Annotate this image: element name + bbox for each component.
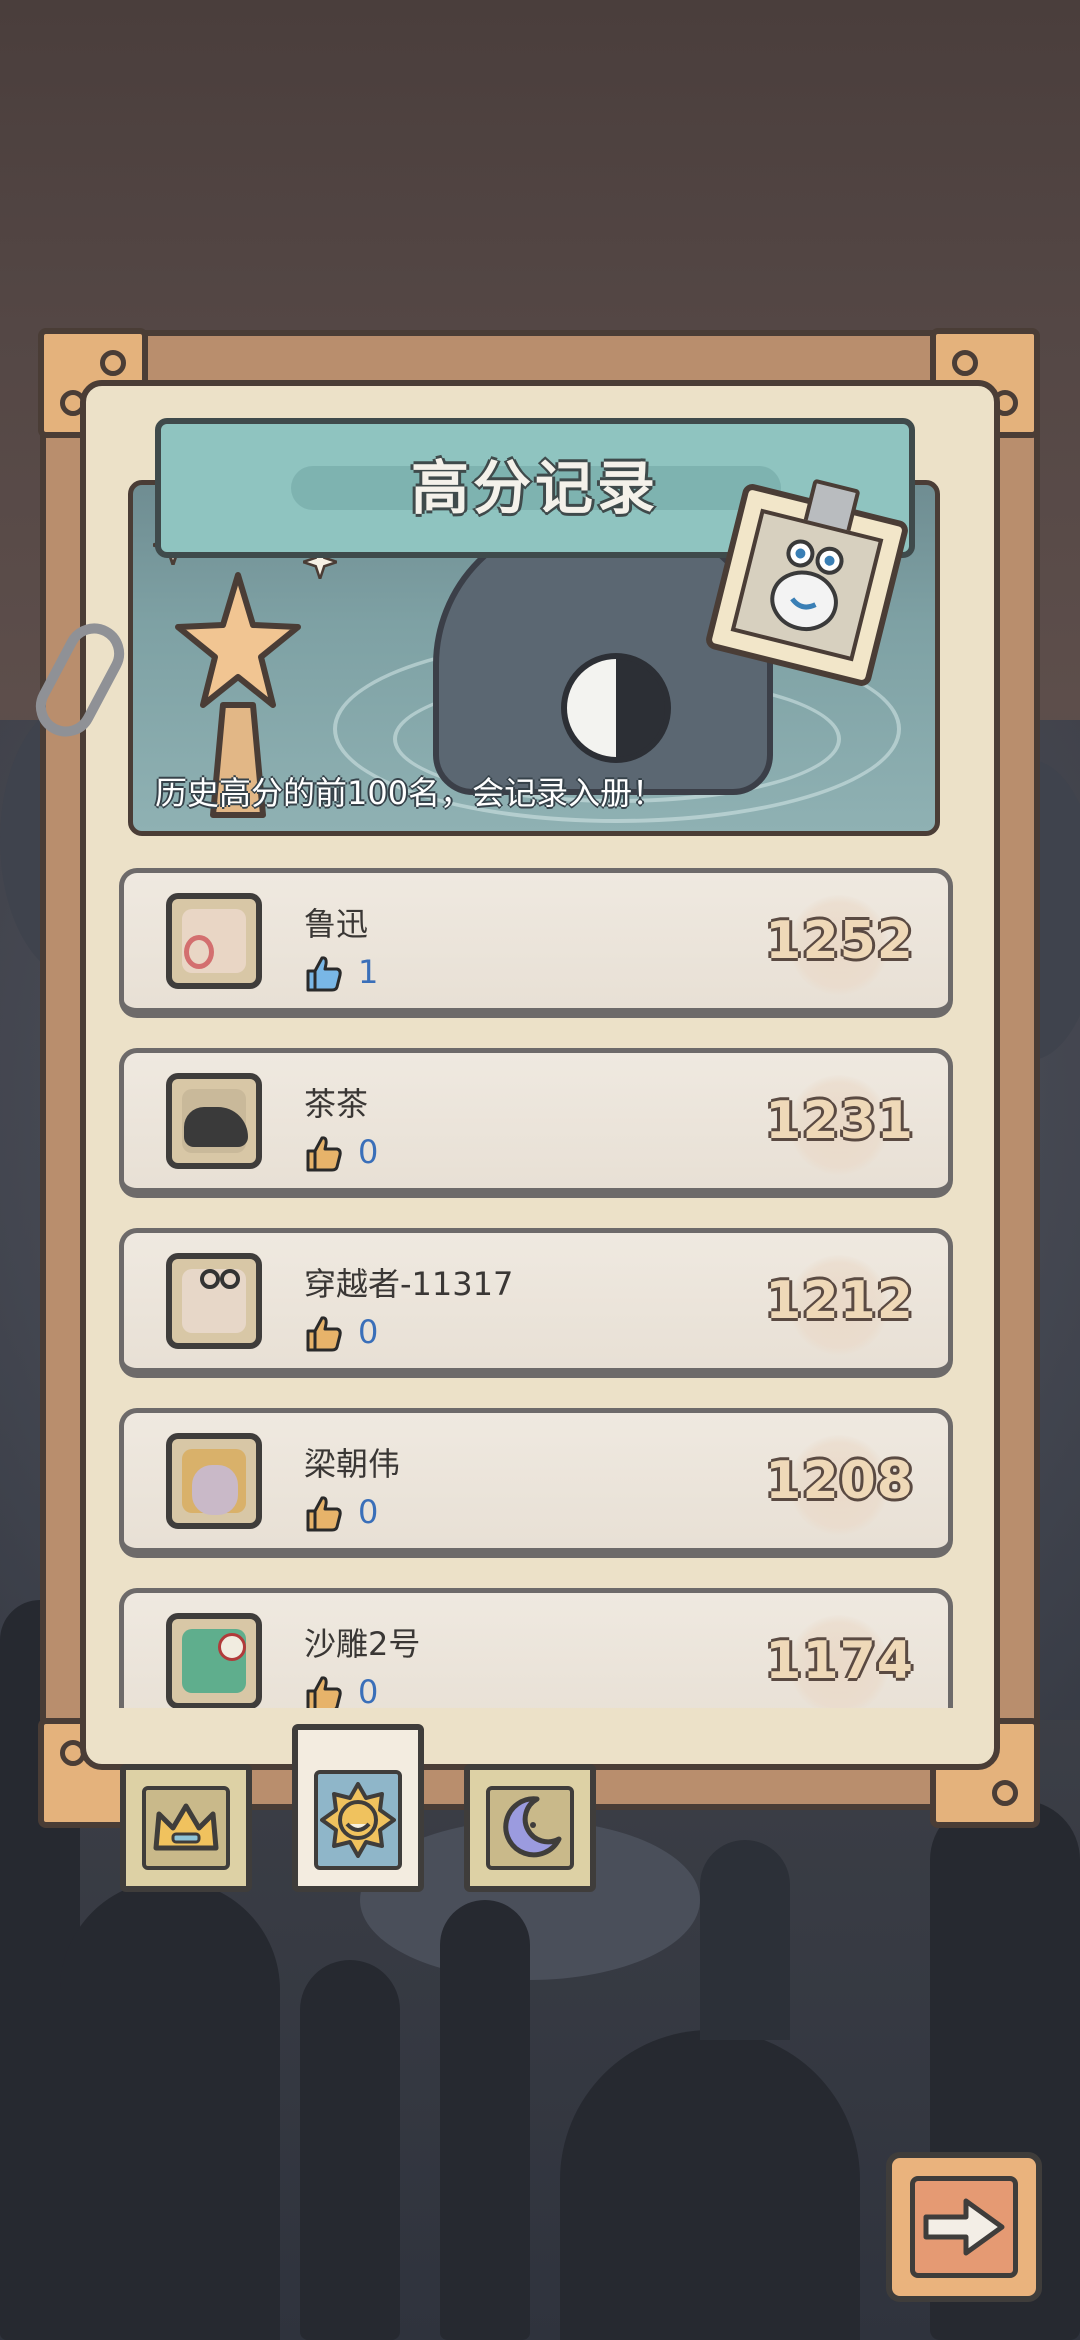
like-count: 0: [358, 1493, 379, 1531]
foreground-plant: [440, 1900, 530, 2340]
zombie-avatar-icon[interactable]: [166, 1613, 262, 1708]
foreground-plant: [60, 1880, 280, 2340]
sun-face-icon: [320, 1782, 396, 1858]
thumbs-up-icon[interactable]: [304, 1133, 344, 1173]
player-score: 1208: [765, 1451, 914, 1511]
foreground-plant: [700, 1840, 790, 2040]
thumbs-up-icon[interactable]: [304, 953, 344, 993]
like-count: 0: [358, 1133, 379, 1171]
next-button[interactable]: [886, 2152, 1042, 2302]
player-score: 1212: [765, 1271, 914, 1331]
game-screen: 高分记录 历史高分的前100名，会记录入册！ 鲁迅 1 1252 茶茶 0 12…: [0, 0, 1080, 2340]
like-count: 0: [358, 1673, 379, 1708]
leaderboard-row[interactable]: 穿越者-11317 0 1212: [119, 1228, 953, 1378]
snail-character-icon: [770, 539, 844, 632]
tab-crown[interactable]: [120, 1764, 252, 1892]
player-name: 鲁迅: [304, 905, 369, 943]
player-name: 沙雕2号: [304, 1625, 421, 1663]
player-score: 1231: [765, 1091, 914, 1151]
leaderboard-row[interactable]: 鲁迅 1 1252: [119, 868, 953, 1018]
player-name: 穿越者-11317: [304, 1265, 514, 1303]
leaderboard-row[interactable]: 梁朝伟 0 1208: [119, 1408, 953, 1558]
player-score: 1174: [765, 1631, 914, 1691]
like-count: 1: [358, 953, 379, 991]
crown-icon: [153, 1803, 219, 1851]
thumbs-up-icon[interactable]: [304, 1673, 344, 1708]
like-count: 0: [358, 1313, 379, 1351]
dragon-avatar-icon[interactable]: [166, 1073, 262, 1169]
snail-avatar-icon[interactable]: [166, 893, 262, 989]
thumbs-up-icon[interactable]: [304, 1313, 344, 1353]
player-score: 1252: [765, 911, 914, 971]
tab-moon[interactable]: [464, 1764, 596, 1892]
foreground-plant: [560, 2030, 860, 2340]
player-name: 茶茶: [304, 1085, 369, 1123]
snail-avatar-icon[interactable]: [166, 1253, 262, 1349]
leaderboard-row[interactable]: 茶茶 0 1231: [119, 1048, 953, 1198]
tab-sun[interactable]: [292, 1724, 424, 1892]
leaderboard-row[interactable]: 沙雕2号 0 1174: [119, 1588, 953, 1708]
yin-yang-icon: [561, 653, 671, 763]
foreground-plant: [300, 1960, 400, 2340]
thumbs-up-icon[interactable]: [304, 1493, 344, 1533]
arrow-right-icon: [923, 2198, 1005, 2256]
leaderboard-list[interactable]: 鲁迅 1 1252 茶茶 0 1231 穿越者-11317 0 1212 梁朝伟…: [115, 862, 965, 1708]
banner-subtitle: 历史高分的前100名，会记录入册！: [155, 774, 665, 812]
moon-face-icon: [503, 1796, 562, 1858]
blond-character-avatar-icon[interactable]: [166, 1433, 262, 1529]
player-name: 梁朝伟: [304, 1445, 401, 1483]
